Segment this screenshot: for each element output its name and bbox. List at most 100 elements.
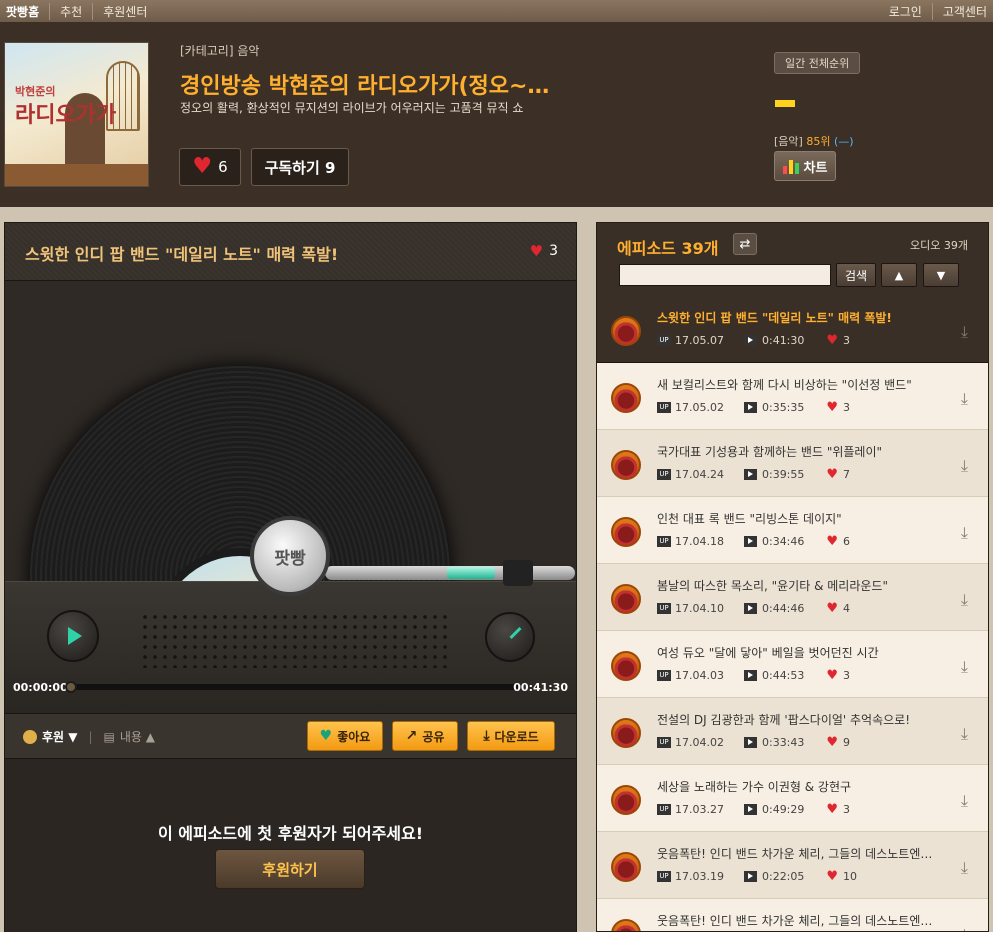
episode-title[interactable]: 국가대표 기성용과 함께하는 밴드 "위플레이" (657, 443, 947, 460)
channel-thumbnail[interactable]: 박현준의 라디오가가 (4, 42, 149, 187)
login-link[interactable]: 로그인 (879, 3, 933, 20)
episode-meta: UP 17.04.18 0:34:46 ♥ 6 (657, 535, 850, 548)
download-icon[interactable]: ⤓ (961, 590, 968, 610)
donate-section: 이 에피소드에 첫 후원자가 되어주세요! 후원하기 (5, 760, 576, 932)
coin-icon (23, 729, 37, 744)
up-badge-icon: UP (657, 871, 671, 882)
episode-meta: UP 17.04.24 0:39:55 ♥ 7 (657, 468, 850, 481)
episode-title[interactable]: 세상을 노래하는 가수 이권형 & 강현구 (657, 778, 947, 795)
episode-title[interactable]: 스윗한 인디 팝 밴드 "데일리 노트" 매력 폭발! (657, 309, 947, 326)
headphone-icon (611, 584, 641, 614)
headphone-icon (611, 316, 641, 346)
headphone-icon (611, 383, 641, 413)
episode-likes: ♥ 3 (826, 334, 850, 347)
episode-duration: 0:44:46 (761, 602, 805, 615)
episode-like-count: 10 (843, 870, 858, 883)
channel-description: 정오의 활력, 환상적인 뮤지션의 라이브가 어우러지는 고품격 뮤직 쇼 (180, 101, 524, 115)
episode-likes: ♥ 4 (826, 602, 850, 615)
chevron-up-icon[interactable]: ▲ (881, 263, 917, 287)
seek-track[interactable] (65, 681, 519, 693)
player-episode-title: 스윗한 인디 팝 밴드 "데일리 노트" 매력 폭발! (25, 245, 339, 264)
episode-title[interactable]: 여성 듀오 "달에 닿아" 베일을 벗어던진 시간 (657, 644, 947, 661)
memo-toggle[interactable]: 내용 ▲ (120, 728, 155, 745)
download-icon[interactable]: ⤓ (961, 322, 968, 342)
volume-knob[interactable] (485, 612, 535, 662)
episode-list-item[interactable]: 스윗한 인디 팝 밴드 "데일리 노트" 매력 폭발! UP 17.05.07 0:4… (597, 296, 988, 363)
episode-list-item[interactable]: 전설의 DJ 김광한과 함께 '팝스다이얼' 추억속으로! UP 17.04.02 0… (597, 698, 988, 765)
seek-handle[interactable] (65, 681, 77, 693)
support-toggle[interactable]: 후원 ▼ | ▤ 내용 ▲ (23, 728, 155, 745)
search-button[interactable]: 검색 (836, 263, 876, 287)
play-button[interactable] (47, 610, 99, 662)
episode-title[interactable]: 전설의 DJ 김광한과 함께 '팝스다이얼' 추억속으로! (657, 711, 947, 728)
donate-button[interactable]: 후원하기 (215, 849, 365, 889)
episode-meta: UP 17.05.02 0:35:35 ♥ 3 (657, 401, 850, 414)
episode-duration: 0:35:35 (761, 401, 805, 414)
refresh-icon[interactable]: ⇄ (733, 233, 757, 255)
episode-title[interactable]: 웃음폭탄! 인디 밴드 차가운 체리, 그들의 데스노트엔… (657, 912, 947, 929)
episode-list-item[interactable]: 새 보컬리스트와 함께 다시 비상하는 "이선정 밴드" UP 17.05.02 0:… (597, 363, 988, 430)
chevron-down-icon[interactable]: ▼ (923, 263, 959, 287)
tonearm-head (503, 560, 533, 586)
episode-title[interactable]: 인천 대표 록 밴드 "리빙스톤 데이지" (657, 510, 947, 527)
download-icon[interactable]: ⤓ (961, 657, 968, 677)
episode-list-panel: 에피소드 39개 ⇄ 오디오 39개 검색 ▲ ▼ 스윗한 인디 팝 밴드 "데… (596, 222, 989, 932)
episode-meta: UP 17.04.03 0:44:53 ♥ 3 (657, 669, 850, 682)
player-like[interactable]: ♥ 3 (530, 243, 558, 259)
nav-support-center-link[interactable]: 후원센터 (93, 3, 157, 20)
episode-list-item[interactable]: 국가대표 기성용과 함께하는 밴드 "위플레이" UP 17.04.24 0:39:5… (597, 430, 988, 497)
nav-recommend-link[interactable]: 추천 (50, 3, 94, 20)
channel-like-button[interactable]: ♥ 6 (179, 148, 241, 186)
top-nav-right: 로그인 고객센터 (879, 3, 987, 20)
up-badge-icon: UP (657, 335, 671, 346)
download-icon[interactable]: ⤓ (961, 724, 968, 744)
download-icon[interactable]: ⤓ (961, 523, 968, 543)
headphone-icon (611, 919, 641, 931)
episode-search-input[interactable] (619, 264, 831, 286)
download-icon[interactable]: ⤓ (961, 925, 968, 931)
episode-title[interactable]: 웃음폭탄! 인디 밴드 차가운 체리, 그들의 데스노트엔… (657, 845, 947, 862)
heart-icon: ♥ (826, 534, 839, 549)
download-icon[interactable]: ⤓ (961, 456, 968, 476)
bar-chart-icon (782, 158, 799, 174)
share-icon: ↗ (405, 728, 418, 744)
download-icon[interactable]: ⤓ (961, 858, 968, 878)
episode-list-item[interactable]: 여성 듀오 "달에 닿아" 베일을 벗어던진 시간 UP 17.04.03 0:44:… (597, 631, 988, 698)
episode-list-item[interactable]: 봄날의 따스한 목소리, "윤기타 & 메리라운드" UP 17.04.10 0:44… (597, 564, 988, 631)
episode-title[interactable]: 봄날의 따스한 목소리, "윤기타 & 메리라운드" (657, 577, 947, 594)
episode-list-item[interactable]: 세상을 노래하는 가수 이권형 & 강현구 UP 17.03.27 0:49:29 ♥ 3… (597, 765, 988, 832)
download-button[interactable]: ⤓ 다운로드 (467, 721, 555, 751)
tonearm-light (447, 567, 495, 579)
episode-date: 17.03.19 (675, 870, 724, 883)
podbbang-logo-hub: 팟빵 (250, 516, 330, 596)
thumbnail-text-line2: 라디오가가 (15, 102, 117, 128)
chart-button-label: 차트 (803, 160, 828, 176)
episode-meta: UP 17.03.19 0:22:05 ♥ 10 (657, 870, 857, 883)
episode-list-item[interactable]: 인천 대표 록 밴드 "리빙스톤 데이지" UP 17.04.18 0:34:46 ♥ 6… (597, 497, 988, 564)
nav-home-link[interactable]: 팟빵홈 (6, 3, 51, 20)
like-button[interactable]: ♥ 좋아요 (307, 721, 383, 751)
download-icon[interactable]: ⤓ (961, 791, 968, 811)
player-actions: 후원 ▼ | ▤ 내용 ▲ ♥ 좋아요 ↗ 공유 ⤓ 다운로드 (5, 713, 576, 759)
share-button[interactable]: ↗ 공유 (392, 721, 458, 751)
episode-meta: UP 17.05.07 0:41:30 ♥ 3 (657, 334, 850, 347)
episode-list-item[interactable]: 웃음폭탄! 인디 밴드 차가운 체리, 그들의 데스노트엔… ⤓ (597, 899, 988, 931)
customer-center-link[interactable]: 고객센터 (933, 3, 987, 20)
duration-icon (743, 335, 757, 346)
download-icon[interactable]: ⤓ (961, 389, 968, 409)
heart-icon: ♥ (826, 333, 839, 348)
rank-change: (—) (833, 135, 854, 148)
rank-bar (775, 100, 795, 107)
episode-title[interactable]: 새 보컬리스트와 함께 다시 비상하는 "이선정 밴드" (657, 376, 947, 393)
up-badge-icon: UP (657, 670, 671, 681)
daily-rank-button[interactable]: 일간 전체순위 (774, 52, 861, 74)
subscribe-button[interactable]: 구독하기 9 (251, 148, 349, 186)
player-like-count: 3 (549, 243, 558, 259)
like-button-label: 좋아요 (337, 729, 371, 744)
heart-icon: ♥ (826, 601, 839, 616)
channel-like-count: 6 (218, 158, 228, 176)
episode-list-item[interactable]: 웃음폭탄! 인디 밴드 차가운 체리, 그들의 데스노트엔… UP 17.03.19… (597, 832, 988, 899)
duration-icon (743, 603, 757, 614)
top-nav-left: 팟빵홈 추천 후원센터 (6, 3, 157, 20)
chart-button[interactable]: 차트 (774, 151, 836, 181)
